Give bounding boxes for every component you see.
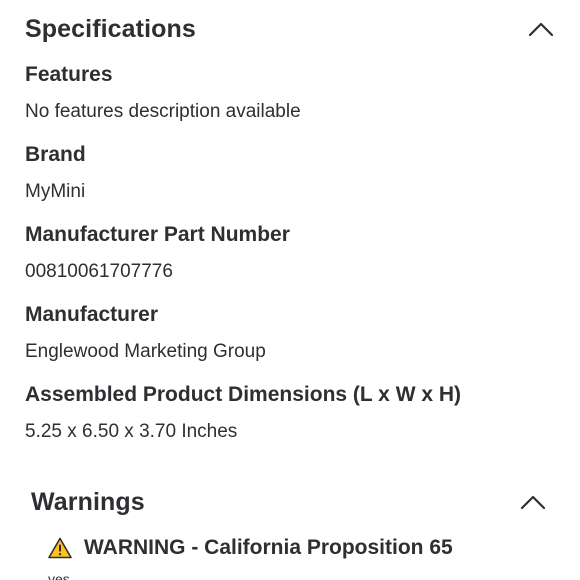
warnings-header[interactable]: Warnings [0, 484, 580, 520]
specifications-title: Specifications [25, 14, 196, 43]
spec-value: Englewood Marketing Group [25, 341, 266, 362]
spec-value: 00810061707776 [25, 261, 173, 282]
specifications-header[interactable]: Specifications [0, 10, 580, 48]
chevron-up-icon[interactable] [520, 489, 546, 515]
spec-label: Manufacturer [25, 303, 159, 326]
warning-triangle-icon [48, 537, 72, 559]
spec-value: MyMini [25, 181, 86, 202]
spec-item-part-number: Manufacturer Part Number 00810061707776 [25, 218, 555, 298]
spec-value: No features description available [25, 101, 301, 122]
spec-value: 5.25 x 6.50 x 3.70 Inches [25, 421, 238, 442]
warning-body-text: yes [48, 571, 70, 580]
spec-item-brand: Brand MyMini [25, 138, 555, 218]
warning-title: WARNING - California Proposition 65 [84, 536, 453, 559]
spec-item-features: Features No features description availab… [25, 58, 555, 138]
spec-item-dimensions: Assembled Product Dimensions (L x W x H)… [25, 378, 555, 458]
spec-label: Manufacturer Part Number [25, 223, 290, 246]
prop65-warning: WARNING - California Proposition 65 [48, 532, 453, 564]
spec-item-manufacturer: Manufacturer Englewood Marketing Group [25, 298, 555, 378]
spec-label: Features [25, 63, 113, 86]
spec-label: Assembled Product Dimensions (L x W x H) [25, 383, 462, 406]
chevron-up-icon[interactable] [528, 16, 554, 42]
specifications-list: Features No features description availab… [25, 58, 555, 458]
warnings-title: Warnings [31, 487, 145, 516]
spec-label: Brand [25, 143, 86, 166]
product-details-page: Specifications Features No features desc… [0, 0, 580, 580]
